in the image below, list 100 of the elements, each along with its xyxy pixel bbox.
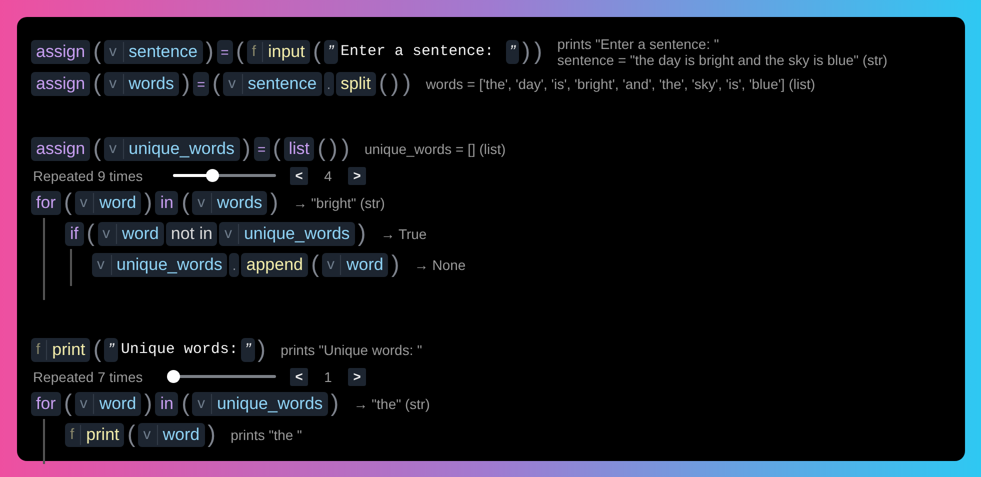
- output-note: → "bright" (str): [293, 194, 385, 210]
- variable-name: word: [99, 192, 136, 214]
- output-note: → "the" (str): [354, 396, 430, 412]
- bracket: (: [180, 188, 190, 216]
- output-note: unique_words = [] (list): [364, 140, 506, 156]
- bracket: (: [126, 420, 136, 448]
- bracket: ): [269, 188, 280, 216]
- bracket: (: [310, 250, 320, 278]
- bracket: (: [92, 70, 102, 98]
- bracket: ): [143, 390, 154, 418]
- bracket: (: [86, 220, 96, 248]
- type-tag: v: [326, 254, 342, 274]
- type-tag: v: [143, 424, 158, 444]
- bracket: ): [181, 70, 191, 98]
- operator-token: =: [254, 136, 270, 160]
- variable-name: word: [99, 392, 136, 414]
- output-note: words = ['the', 'day', 'is', 'bright', 'and', 'the', 'sky', 'is', 'blue'] (list): [426, 76, 816, 92]
- previous-button[interactable]: <: [290, 368, 308, 386]
- output-note: → None: [414, 256, 466, 272]
- keyword-token: assign: [31, 136, 90, 160]
- string-literal: Enter a sentence:: [340, 43, 495, 60]
- iteration-number: 4: [323, 168, 333, 184]
- previous-button[interactable]: <: [290, 166, 308, 184]
- type-tag: v: [228, 74, 243, 94]
- operator-token: not in: [166, 222, 218, 246]
- type-tag: v: [109, 138, 124, 158]
- bracket: (: [234, 38, 245, 66]
- output-note: sentence = "the day is bright and the sky is blue" (str): [557, 52, 888, 68]
- variable-name: unique_words: [216, 392, 323, 414]
- variable-name: words: [216, 192, 262, 214]
- keyword-token: list: [284, 136, 314, 160]
- type-tag: v: [197, 394, 212, 414]
- output-note: prints "Unique words: ": [280, 342, 422, 358]
- bracket: ): [340, 134, 350, 162]
- bracket: (: [92, 38, 102, 66]
- bracket: ): [533, 38, 544, 66]
- variable-name: word: [346, 254, 384, 276]
- variable-name: sentence: [128, 40, 198, 62]
- bracket: ): [242, 134, 252, 162]
- string-literal: Unique words:: [120, 341, 239, 358]
- keyword-token: in: [155, 392, 178, 416]
- bracket: ): [328, 134, 338, 162]
- type-tag: f: [252, 42, 263, 62]
- dot-token: .: [324, 72, 334, 96]
- variable-name: sentence: [248, 72, 317, 94]
- bracket: (: [316, 134, 326, 162]
- bracket: ): [390, 70, 400, 98]
- bracket: ): [330, 390, 340, 418]
- bracket: (: [378, 70, 388, 98]
- keyword-token: for: [31, 392, 61, 416]
- quote-mark: ”: [324, 40, 338, 64]
- bracket: ): [256, 336, 267, 364]
- function-name: print: [86, 424, 120, 446]
- slider-thumb[interactable]: [167, 370, 180, 383]
- repeat-label: Repeated 7 times: [33, 368, 144, 384]
- function-name: print: [52, 338, 86, 360]
- bracket: ): [521, 38, 532, 66]
- keyword-token: for: [31, 190, 61, 214]
- function-name: input: [268, 40, 305, 62]
- type-tag: v: [109, 74, 124, 94]
- variable-name: unique_words: [116, 254, 222, 276]
- type-tag: f: [70, 424, 82, 444]
- output-note: → True: [380, 226, 427, 242]
- bracket: ): [390, 250, 400, 278]
- operator-token: =: [216, 40, 233, 64]
- bracket: ): [204, 38, 215, 66]
- type-tag: v: [224, 224, 239, 244]
- bracket: (: [92, 336, 102, 364]
- bracket: (: [272, 134, 282, 162]
- bracket: (: [92, 134, 102, 162]
- variable-name: word: [162, 424, 200, 446]
- type-tag: v: [102, 224, 117, 244]
- quote-mark: ”: [104, 338, 118, 362]
- bracket: (: [211, 70, 222, 98]
- next-button[interactable]: >: [348, 166, 366, 184]
- type-tag: f: [36, 340, 48, 360]
- keyword-token: assign: [31, 72, 90, 96]
- bracket: (: [62, 390, 73, 418]
- bracket: ): [356, 220, 367, 248]
- quote-mark: ”: [240, 338, 255, 362]
- bracket: ): [402, 70, 412, 98]
- bracket: (: [180, 390, 190, 418]
- quote-mark: ”: [506, 40, 520, 64]
- operator-token: =: [193, 72, 210, 96]
- output-note: prints "Enter a sentence: ": [557, 36, 720, 52]
- next-button[interactable]: >: [348, 368, 366, 386]
- variable-name: word: [122, 222, 159, 244]
- bracket: ): [143, 188, 154, 216]
- type-tag: v: [97, 254, 112, 274]
- variable-name: words: [128, 72, 174, 94]
- type-tag: v: [197, 192, 212, 212]
- bracket: ): [206, 420, 217, 448]
- type-tag: v: [80, 394, 94, 414]
- keyword-token: in: [155, 190, 178, 214]
- slider-thumb[interactable]: [206, 169, 220, 182]
- variable-name: unique_words: [244, 222, 350, 244]
- keyword-token: if: [65, 222, 84, 246]
- dot-token: .: [229, 252, 240, 276]
- bracket: (: [62, 188, 73, 216]
- variable-name: unique_words: [128, 138, 234, 160]
